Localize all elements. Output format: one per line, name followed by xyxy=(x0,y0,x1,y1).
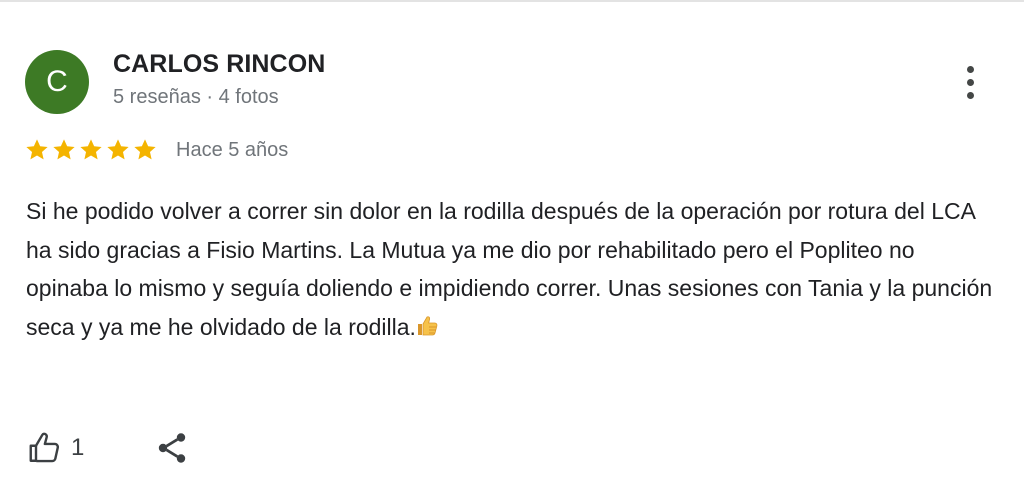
star-icon xyxy=(80,139,102,160)
review-card: C CARLOS RINCON 5 reseñas · 4 fotos Hace… xyxy=(0,0,1024,498)
more-vert-icon-dot xyxy=(966,78,974,86)
thumb-up-outline-icon xyxy=(29,432,60,463)
star-icon xyxy=(107,139,129,160)
more-vert-icon-dot xyxy=(966,91,974,99)
avatar[interactable]: C xyxy=(25,50,89,114)
star-icon xyxy=(134,139,156,160)
review-text-body: Si he podido volver a correr sin dolor e… xyxy=(26,198,993,340)
like-count: 1 xyxy=(71,434,85,461)
thumbs-up-icon xyxy=(417,315,438,335)
author-name[interactable]: CARLOS RINCON xyxy=(113,50,325,79)
more-options-button[interactable] xyxy=(952,60,988,104)
share-icon[interactable] xyxy=(154,430,190,466)
star-icon xyxy=(26,139,48,160)
author-meta: 5 reseñas · 4 fotos xyxy=(113,86,279,108)
star-rating xyxy=(24,137,158,165)
more-vert-icon xyxy=(966,65,974,73)
like-button[interactable]: 1 xyxy=(27,428,84,468)
star-icon xyxy=(53,139,75,160)
review-text: Si he podido volver a correr sin dolor e… xyxy=(26,192,1001,346)
review-date: Hace 5 años xyxy=(176,139,289,161)
